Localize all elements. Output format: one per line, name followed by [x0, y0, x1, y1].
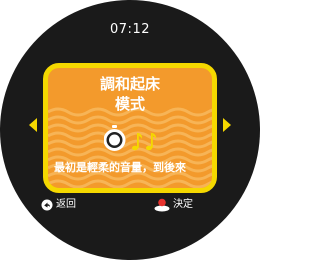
- mode-title-line1: 調和起床: [99, 75, 160, 93]
- confirm-button-icon: [154, 198, 170, 212]
- watch-screen: 07:12 調和起床 模式 最初是輕柔的音量，到後來 返回 決定: [0, 0, 260, 260]
- mode-description: 最初是輕柔的音量，到後來: [54, 161, 186, 174]
- back-button[interactable]: 返回: [41, 196, 76, 214]
- mode-title: 調和起床 模式: [48, 74, 212, 114]
- alarm-clock-with-music-notes-icon: [104, 125, 156, 151]
- back-label: 返回: [56, 199, 76, 210]
- clock-time: 07:12: [110, 22, 150, 37]
- back-button-icon: [41, 199, 53, 211]
- mode-card[interactable]: 調和起床 模式 最初是輕柔的音量，到後來: [43, 63, 217, 193]
- confirm-button[interactable]: 決定: [154, 196, 193, 214]
- confirm-label: 決定: [173, 199, 193, 210]
- arrow-right-icon[interactable]: [223, 118, 231, 132]
- arrow-left-icon[interactable]: [29, 118, 37, 132]
- mode-title-line2: 模式: [114, 95, 145, 113]
